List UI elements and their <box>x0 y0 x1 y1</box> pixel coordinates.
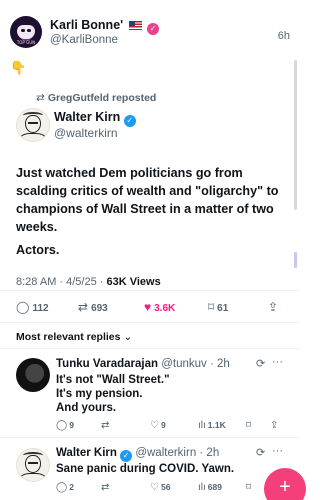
action-bar: ◯ 112 ⇄ 693 ♥ 3.6K ⌑ 61 ⇪ <box>16 296 284 320</box>
more-options-icon[interactable]: ··· <box>272 445 283 457</box>
reply-author[interactable]: Tunku Varadarajan @tunkuv · 2h <box>56 358 230 370</box>
repost-icon: ⇄ <box>78 300 89 314</box>
reply-text: Sane panic during COVID. Yawn. <box>56 463 235 475</box>
author-name[interactable]: Walter Kirn ✓ <box>54 110 136 127</box>
avatar-mask <box>17 25 35 39</box>
avatar-text: TOP GUN <box>16 40 36 45</box>
avatar-eyes <box>27 121 39 125</box>
divider <box>0 290 300 291</box>
repost-indicator[interactable]: ⇄ GregGutfeld reposted <box>36 92 156 104</box>
avatar[interactable] <box>16 358 50 392</box>
views-count[interactable]: 63K Views <box>107 276 161 288</box>
bookmark-button[interactable]: ⌑ <box>246 420 253 431</box>
repost-button[interactable]: ⇄ <box>101 420 111 431</box>
like-button[interactable]: ♥ 3.6K <box>144 300 175 314</box>
post-time[interactable]: 6h <box>278 30 290 42</box>
more-options-icon[interactable]: ··· <box>272 356 283 368</box>
repost-icon: ⇄ <box>101 420 110 431</box>
top-post-header: TOP GUN Karli Bonne' ✓ @KarliBonne 6h <box>0 0 300 56</box>
grok-icon[interactable]: ⟳ <box>256 446 265 459</box>
plus-icon: + <box>279 476 291 498</box>
bookmark-button[interactable]: ⌑ <box>246 482 253 493</box>
verified-badge-icon: ✓ <box>123 115 136 127</box>
reply-author[interactable]: Walter Kirn ✓ @walterkirn · 2h <box>56 447 219 462</box>
chevron-down-icon: ⌄ <box>123 331 133 343</box>
scrollbar-marker[interactable] <box>294 252 297 268</box>
divider <box>0 437 300 438</box>
post-meta: 8:28 AM · 4/5/25 · 63K Views <box>16 276 161 288</box>
share-button[interactable]: ⇪ <box>270 420 280 431</box>
post-text-2: Actors. <box>16 243 60 257</box>
reply-icon: ◯ <box>56 420 68 431</box>
reply-icon: ◯ <box>56 482 68 493</box>
reply-icon: ◯ <box>16 300 30 314</box>
verified-badge-icon: ✓ <box>120 450 133 462</box>
reply-text: It's not "Wall Street." It's my pension.… <box>56 374 170 414</box>
bookmark-icon: ⌑ <box>208 300 215 314</box>
repost-icon: ⇄ <box>36 92 45 104</box>
compose-button[interactable]: + <box>264 468 306 500</box>
avatar[interactable]: TOP GUN <box>10 16 42 48</box>
like-button[interactable]: ♡ 9 <box>150 420 166 431</box>
avatar-body <box>20 473 46 481</box>
share-icon: ⇪ <box>268 300 279 314</box>
author-handle[interactable]: @KarliBonne <box>50 34 118 46</box>
bookmark-icon: ⌑ <box>246 482 252 493</box>
scrollbar-track[interactable] <box>294 60 297 210</box>
bookmark-icon: ⌑ <box>246 420 252 431</box>
avatar-eye-right <box>27 29 31 32</box>
heart-icon: ♥ <box>144 300 152 314</box>
share-button[interactable]: ⇪ <box>268 300 281 314</box>
replies-sort-dropdown[interactable]: Most relevant replies ⌄ <box>16 331 132 343</box>
post-timestamp[interactable]: 8:28 AM · 4/5/25 · <box>16 276 107 288</box>
avatar-eye-left <box>21 29 25 32</box>
reply-button[interactable]: ◯ 2 <box>56 482 74 493</box>
author-name[interactable]: Karli Bonne' ✓ <box>50 18 160 35</box>
views-icon: ılı <box>198 482 206 493</box>
divider <box>0 348 300 349</box>
like-button[interactable]: ♡ 56 <box>150 482 170 493</box>
heart-icon: ♡ <box>150 420 159 431</box>
verified-badge-icon: ✓ <box>147 23 160 35</box>
reply-button[interactable]: ◯ 112 <box>16 300 49 314</box>
avatar-eyes <box>27 461 39 465</box>
us-flag-icon <box>128 21 142 30</box>
author-handle[interactable]: @walterkirn <box>54 126 118 140</box>
views-icon: ılı <box>198 420 206 431</box>
avatar[interactable] <box>16 108 50 142</box>
views-button[interactable]: ılı 1.1K <box>198 420 226 431</box>
grok-icon[interactable]: ⟳ <box>256 357 265 370</box>
post-text-emoji: 👇 <box>10 60 27 75</box>
reply-button[interactable]: ◯ 9 <box>56 420 74 431</box>
heart-icon: ♡ <box>150 482 159 493</box>
divider <box>0 322 300 323</box>
bookmark-button[interactable]: ⌑ 61 <box>208 300 228 314</box>
repost-button[interactable]: ⇄ 693 <box>78 300 108 314</box>
post-text: Just watched Dem politicians go from sca… <box>16 166 279 234</box>
repost-button[interactable]: ⇄ <box>101 482 111 493</box>
share-icon: ⇪ <box>270 420 279 431</box>
views-button[interactable]: ılı 689 <box>198 482 222 493</box>
avatar-body <box>20 133 46 141</box>
avatar[interactable] <box>16 448 50 482</box>
repost-icon: ⇄ <box>101 482 110 493</box>
